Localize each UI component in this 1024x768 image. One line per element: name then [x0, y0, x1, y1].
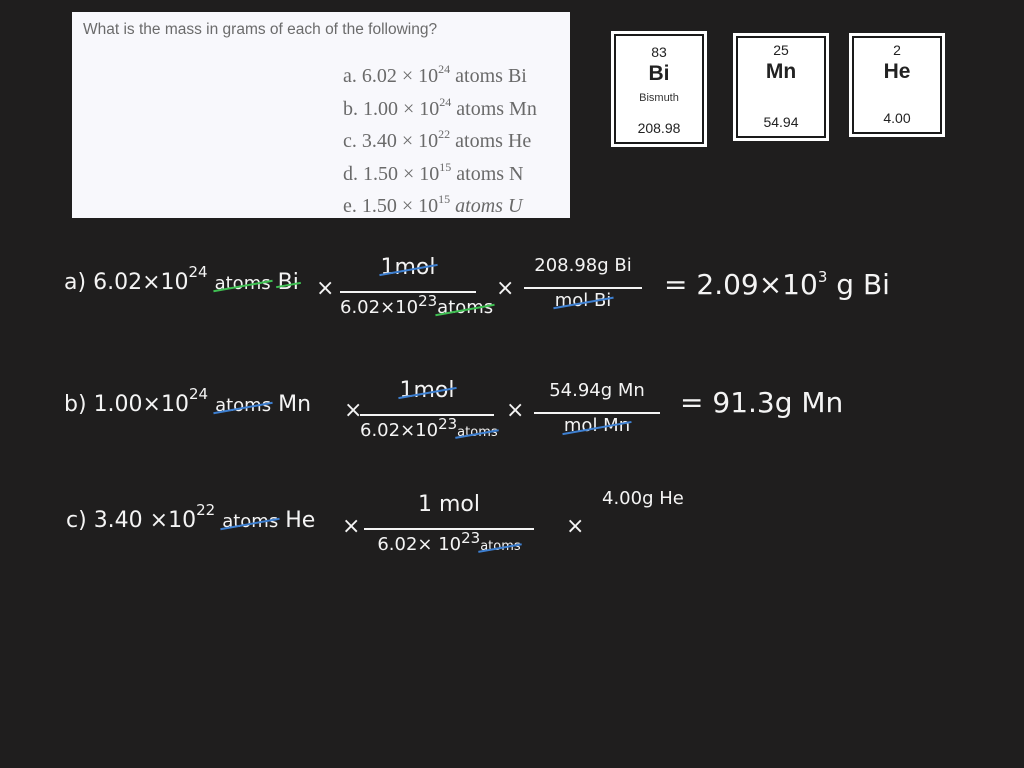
item-letter: a. [343, 65, 357, 87]
given-element: He [285, 508, 316, 533]
denominator-cancelled: mol Mn [563, 415, 631, 436]
fraction-2: 54.94g Mn mol Mn [534, 380, 660, 436]
numerator: 1mol [399, 378, 455, 403]
given-b: b) 1.00×1024 atoms Mn [64, 387, 312, 418]
denominator-exp: 23 [418, 292, 438, 310]
fraction-1: 1mol 6.02×1023atoms [360, 378, 498, 441]
fraction-1: 1mol 6.02×1023atoms [340, 255, 493, 318]
problem-item-e: e. 1.50 × 1015 atoms U [343, 190, 537, 223]
given-element-cancelled: Bi [277, 270, 299, 295]
element-symbol: Mn [765, 60, 797, 83]
denominator-unit-cancelled: atoms [437, 297, 494, 318]
problem-item-a: a. 6.02 × 1024 atoms Bi [343, 60, 537, 93]
question-text: What is the mass in grams of each of the… [83, 21, 438, 38]
element-symbol: Bi [648, 62, 670, 85]
problem-item-d: d. 1.50 × 1015 atoms N [343, 158, 537, 191]
fraction-1: 1 mol 6.02× 1023atoms [364, 492, 534, 555]
result-exp: 3 [817, 268, 828, 286]
result-b: = 91.3g Mn [680, 386, 843, 419]
item-coef: 3.40 × 10 [361, 130, 439, 152]
item-unit: atoms Bi [455, 65, 527, 87]
item-letter: e. [343, 195, 357, 217]
denominator-coef: 6.02×10 [340, 297, 419, 318]
item-letter: d. [343, 162, 358, 185]
result-value: 2.09×10 [696, 268, 818, 301]
element-tile-he: 2 He 4.00 [852, 36, 942, 134]
times-sign: × [342, 514, 361, 539]
part-label: a) [64, 270, 87, 295]
denominator-cancelled: mol Bi [554, 290, 612, 311]
numerator: 208.98g Bi [534, 255, 632, 276]
item-exp: 15 [438, 192, 451, 206]
given-coef: 1.00×10 [93, 392, 189, 417]
item-coef: 1.50 × 10 [361, 195, 439, 217]
given-unit-cancelled: atoms [214, 273, 271, 294]
times-sign: × [496, 276, 515, 301]
atomic-mass: 208.98 [637, 120, 681, 136]
denominator-unit-cancelled: atoms [457, 425, 498, 440]
given-unit-cancelled: atoms [222, 511, 279, 532]
item-unit: atoms He [455, 130, 532, 152]
part-label: b) [64, 392, 87, 417]
item-unit: atoms U [455, 195, 523, 217]
denominator-exp: 23 [461, 529, 481, 547]
item-letter: b. [343, 97, 358, 120]
element-tile-mn: 25 Mn 54.94 [736, 36, 826, 138]
numerator: 1 mol [418, 492, 480, 517]
result-a: = 2.09×103 g Bi [664, 268, 890, 301]
item-coef: 1.00 × 10 [363, 97, 440, 120]
result-value: 91.3g Mn [712, 386, 844, 419]
given-unit-cancelled: atoms [215, 395, 272, 416]
part-label: c) [66, 508, 87, 533]
fraction-bar [360, 414, 494, 416]
numerator: 4.00g He [602, 488, 684, 509]
fraction-bar [340, 291, 476, 293]
equals-sign: = [664, 268, 688, 301]
item-coef: 1.50 × 10 [363, 162, 440, 185]
element-symbol: He [883, 60, 911, 83]
atomic-number: 2 [893, 42, 901, 58]
fraction-bar [524, 287, 642, 289]
denominator-exp: 23 [438, 415, 458, 433]
atomic-mass: 4.00 [883, 110, 911, 126]
given-exp: 22 [196, 501, 216, 519]
problem-items: a. 6.02 × 1024 atoms Bi b. 1.00 × 1024 a… [343, 60, 537, 223]
given-element: Mn [278, 392, 312, 417]
numerator: 54.94g Mn [549, 380, 645, 401]
given-exp: 24 [188, 385, 209, 403]
fraction-bar [534, 412, 660, 414]
given-coef: 3.40 ×10 [93, 508, 197, 533]
item-unit: atoms N [456, 162, 524, 185]
item-unit: atoms Mn [456, 97, 537, 120]
given-coef: 6.02×10 [93, 270, 189, 295]
element-name: Bismuth [639, 92, 679, 104]
problem-item-b: b. 1.00 × 1024 atoms Mn [343, 93, 537, 126]
equals-sign: = [680, 386, 704, 419]
item-exp: 15 [439, 159, 452, 174]
item-exp: 24 [439, 94, 452, 109]
times-sign: × [316, 276, 335, 301]
times-sign: × [566, 514, 585, 539]
item-letter: c. [343, 130, 357, 152]
fraction-bar [364, 528, 534, 530]
problem-card: What is the mass in grams of each of the… [72, 12, 570, 218]
problem-item-c: c. 3.40 × 1022 atoms He [343, 125, 537, 158]
denominator-unit-cancelled: atoms [480, 539, 521, 554]
fraction-2: 208.98g Bi mol Bi [524, 255, 642, 311]
item-exp: 24 [438, 62, 451, 76]
result-unit: g Bi [836, 268, 890, 301]
denominator-coef: 6.02× 10 [377, 534, 462, 555]
denominator-coef: 6.02×10 [360, 420, 439, 441]
element-tile-bi: 83 Bi Bismuth 208.98 [614, 34, 704, 144]
atomic-number: 25 [773, 42, 789, 58]
numerator: 1mol [380, 255, 436, 280]
item-exp: 22 [438, 127, 451, 141]
times-sign: × [506, 398, 525, 423]
atomic-number: 83 [651, 44, 667, 60]
item-coef: 6.02 × 10 [361, 65, 439, 87]
given-a: a) 6.02×1024 atoms Bi [64, 265, 299, 296]
given-exp: 24 [188, 263, 208, 281]
given-c: c) 3.40 ×1022 atoms He [66, 503, 316, 534]
atomic-mass: 54.94 [763, 114, 799, 130]
